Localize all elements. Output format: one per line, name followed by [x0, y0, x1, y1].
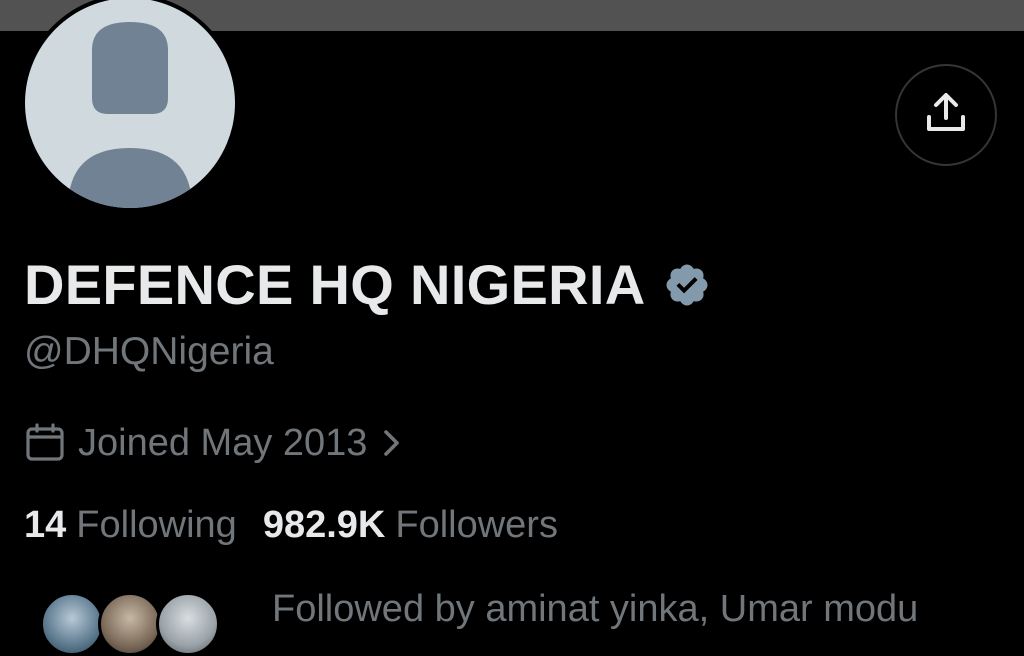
share-upload-icon	[923, 90, 969, 141]
followers-count: 982.9K	[262, 503, 386, 546]
follower-avatar	[156, 592, 220, 656]
verified-badge-icon[interactable]	[663, 261, 711, 309]
joined-date-text: Joined May 2013	[78, 421, 368, 464]
chevron-right-icon	[381, 426, 403, 460]
profile-name-row: DEFENCE HQ NIGERIA	[24, 250, 711, 320]
profile-avatar[interactable]	[21, 0, 239, 212]
joined-date-row[interactable]: Joined May 2013	[24, 418, 403, 468]
profile-display-name: DEFENCE HQ NIGERIA	[24, 253, 646, 316]
follower-avatar	[40, 592, 104, 656]
followed-by-avatars[interactable]	[40, 592, 220, 656]
followed-by-text[interactable]: Followed by aminat yinka, Umar modu	[272, 588, 918, 631]
share-profile-button[interactable]	[895, 64, 997, 166]
follow-stats: 14 Following 982.9K Followers	[24, 500, 558, 550]
calendar-icon	[24, 422, 66, 464]
followers-link[interactable]: 982.9K Followers	[263, 504, 558, 547]
following-label: Following	[76, 503, 237, 546]
follower-avatar	[98, 592, 162, 656]
followers-label: Followers	[395, 503, 558, 546]
following-count: 14	[24, 503, 67, 546]
default-avatar-image	[25, 0, 235, 208]
following-link[interactable]: 14 Following	[24, 504, 237, 547]
profile-handle: @DHQNigeria	[24, 330, 274, 373]
